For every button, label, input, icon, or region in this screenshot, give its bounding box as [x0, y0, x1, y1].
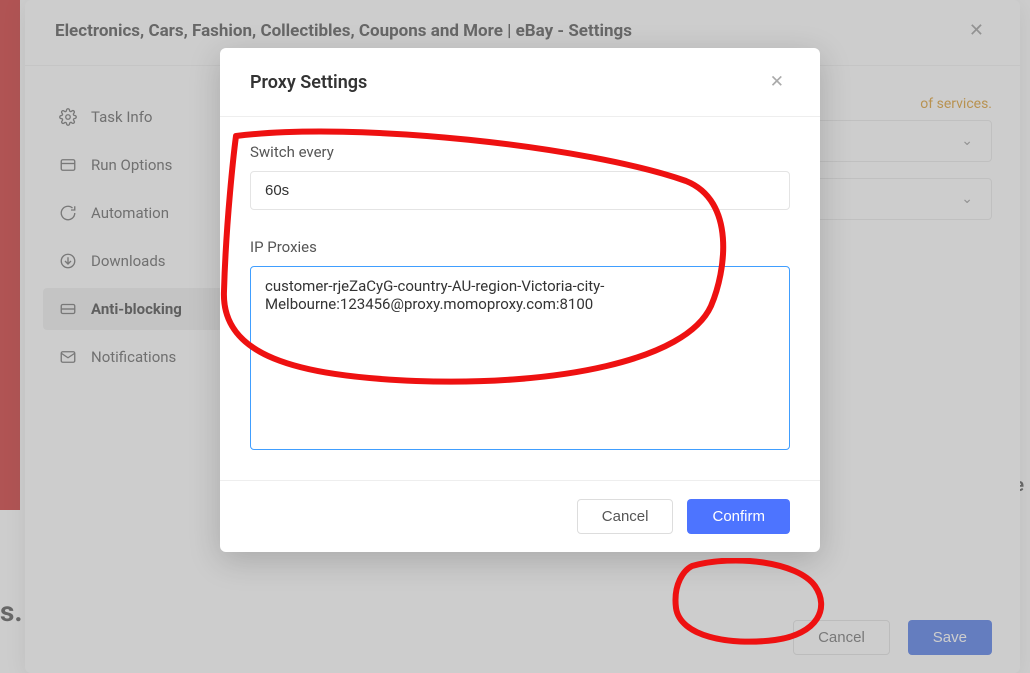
settings-title: Electronics, Cars, Fashion, Collectibles…: [55, 21, 632, 41]
settings-close-button[interactable]: ✕: [963, 18, 990, 43]
modal-confirm-button[interactable]: Confirm: [687, 499, 790, 534]
list-icon: [59, 156, 77, 174]
close-icon: ✕: [969, 20, 984, 40]
switch-every-input[interactable]: [250, 171, 790, 210]
download-icon: [59, 252, 77, 270]
modal-title: Proxy Settings: [250, 72, 367, 93]
sidebar-item-label: Automation: [91, 204, 169, 222]
modal-footer: Cancel Confirm: [220, 480, 820, 552]
modal-header: Proxy Settings ✕: [220, 48, 820, 117]
background-text-fragment: s.: [0, 595, 23, 628]
close-icon: ✕: [770, 72, 784, 91]
sidebar-item-label: Task Info: [91, 108, 152, 126]
settings-save-button[interactable]: Save: [908, 620, 992, 655]
ip-proxies-textarea[interactable]: customer-rjeZaCyG-country-AU-region-Vict…: [250, 266, 790, 450]
mail-icon: [59, 348, 77, 366]
shield-icon: [59, 300, 77, 318]
modal-cancel-button[interactable]: Cancel: [577, 499, 674, 534]
settings-footer: Cancel Save: [793, 620, 992, 655]
background-red-stripe: [0, 0, 20, 510]
ip-proxies-label: IP Proxies: [250, 238, 790, 256]
settings-cancel-button[interactable]: Cancel: [793, 620, 890, 655]
chevron-down-icon: ⌄: [961, 191, 973, 207]
sidebar-item-label: Run Options: [91, 156, 172, 174]
gear-icon: [59, 108, 77, 126]
chevron-down-icon: ⌄: [961, 133, 973, 149]
switch-every-label: Switch every: [250, 143, 790, 161]
sidebar-item-label: Anti-blocking: [91, 300, 182, 318]
modal-body: Switch every IP Proxies customer-rjeZaCy…: [220, 117, 820, 480]
sidebar-item-label: Notifications: [91, 348, 176, 366]
sidebar-item-label: Downloads: [91, 252, 166, 270]
proxy-settings-modal: Proxy Settings ✕ Switch every IP Proxies…: [220, 48, 820, 552]
refresh-icon: [59, 204, 77, 222]
modal-close-button[interactable]: ✕: [764, 70, 790, 94]
